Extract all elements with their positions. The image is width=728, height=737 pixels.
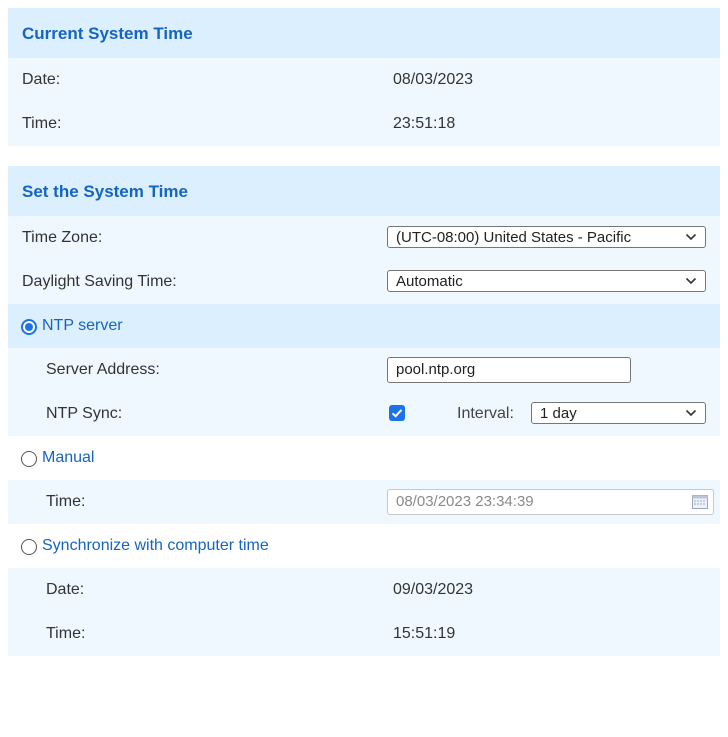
time-value: 23:51:18 [393,115,456,132]
interval-selected-value: 1 day [540,405,577,422]
server-address-label: Server Address: [46,361,160,378]
manual-time-row: Time: 08/03/2023 23:34:39 [8,480,720,524]
section-title: Set the System Time [22,182,188,201]
calendar-icon[interactable] [692,494,708,509]
sync-computer-radio[interactable] [21,539,37,555]
daylight-saving-label: Daylight Saving Time: [22,273,177,290]
daylight-saving-selected-value: Automatic [396,273,463,290]
interval-label: Interval: [457,405,514,422]
manual-option[interactable]: Manual [8,436,720,480]
time-zone-select[interactable]: (UTC-08:00) United States - Pacific [387,226,706,248]
manual-time-input[interactable]: 08/03/2023 23:34:39 [387,489,714,515]
chevron-down-icon [685,409,697,417]
section-title: Current System Time [22,24,193,43]
computer-date-value: 09/03/2023 [393,581,474,598]
current-system-time-header: Current System Time [8,8,720,58]
daylight-saving-row: Daylight Saving Time: Automatic [8,260,720,304]
sync-computer-option[interactable]: Synchronize with computer time [8,524,720,568]
manual-label[interactable]: Manual [42,449,94,467]
time-label: Time: [22,115,62,132]
current-time-row: Time: 23:51:18 [8,102,720,146]
sync-computer-label[interactable]: Synchronize with computer time [42,537,269,555]
system-time-panel: Current System Time Date: 08/03/2023 Tim… [8,8,720,656]
set-system-time-header: Set the System Time [8,166,720,216]
computer-date-row: Date: 09/03/2023 [8,568,720,612]
date-label: Date: [22,71,61,88]
ntp-server-option[interactable]: NTP server [8,304,720,348]
manual-time-value: 08/03/2023 23:34:39 [396,493,534,510]
time-zone-selected-value: (UTC-08:00) United States - Pacific [396,229,632,246]
computer-time-label: Time: [46,625,86,642]
time-zone-label: Time Zone: [22,229,103,246]
computer-time-value: 15:51:19 [393,625,456,642]
server-address-row: Server Address: pool.ntp.org [8,348,720,392]
ntp-sync-row: NTP Sync: Interval: 1 day [8,392,720,436]
computer-date-label: Date: [46,581,85,598]
section-gap [8,146,720,166]
computer-time-row: Time: 15:51:19 [8,612,720,656]
chevron-down-icon [685,233,697,241]
current-date-row: Date: 08/03/2023 [8,58,720,102]
ntp-sync-label: NTP Sync: [46,405,123,422]
time-zone-row: Time Zone: (UTC-08:00) United States - P… [8,216,720,260]
ntp-server-radio[interactable] [21,319,37,335]
manual-radio[interactable] [21,451,37,467]
date-value: 08/03/2023 [393,71,474,88]
chevron-down-icon [685,277,697,285]
server-address-input[interactable]: pool.ntp.org [387,357,631,383]
interval-select[interactable]: 1 day [531,402,706,424]
ntp-server-label[interactable]: NTP server [42,317,123,335]
ntp-sync-checkbox[interactable] [389,405,405,421]
daylight-saving-select[interactable]: Automatic [387,270,706,292]
manual-time-label: Time: [46,493,86,510]
check-icon [391,409,403,418]
